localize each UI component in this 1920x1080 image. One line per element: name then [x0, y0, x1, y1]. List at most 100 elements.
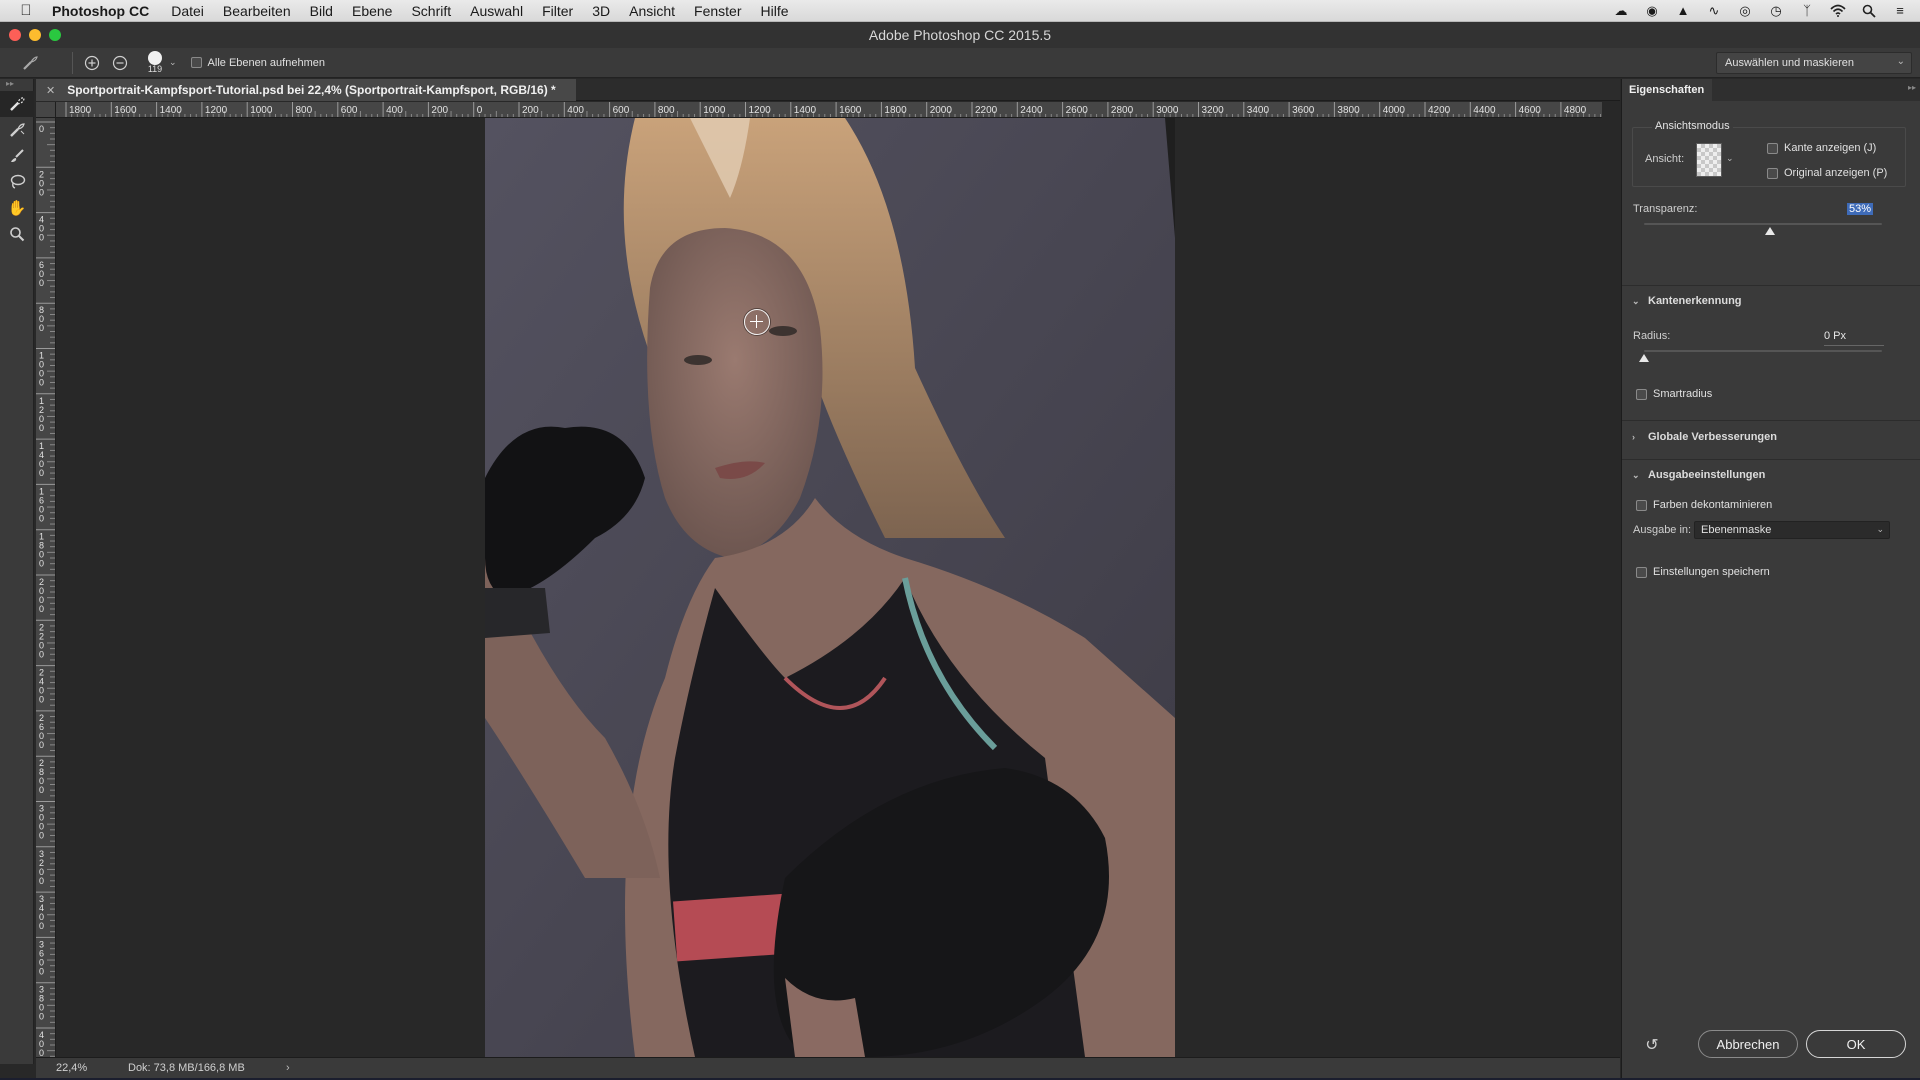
notification-list-icon[interactable]: ≡ [1892, 4, 1908, 18]
checkbox-box[interactable] [1636, 388, 1647, 400]
output-to-value: Ebenenmaske [1701, 524, 1772, 536]
checkbox-box[interactable] [1767, 167, 1778, 179]
horizontal-ruler[interactable]: 1800 1600 1400 1200 1000 800 600 400 200 0 200 400 6… [56, 102, 1602, 118]
wifi-icon[interactable] [1830, 4, 1846, 18]
view-mode-title: Ansichtsmodus [1652, 120, 1733, 132]
menu-3d[interactable]: 3D [592, 3, 610, 19]
view-mode-thumbnail[interactable] [1696, 143, 1722, 177]
toolbox-collapse-icon[interactable]: ▸▸ [0, 79, 33, 91]
document-tab[interactable]: ✕ Sportportrait-Kampfsport-Tutorial.psd … [36, 79, 576, 101]
creative-cloud-icon[interactable]: ☁ [1613, 4, 1629, 18]
show-original-checkbox[interactable]: Original anzeigen (P) [1767, 167, 1887, 179]
photo-preview[interactable] [485, 118, 1175, 1057]
document-size[interactable]: Dok: 73,8 MB/166,8 MB [128, 1062, 278, 1074]
panel-collapse-icon[interactable]: ▸▸ [1908, 83, 1916, 92]
menu-ebene[interactable]: Ebene [352, 3, 392, 19]
zoom-level[interactable]: 22,4% [56, 1062, 128, 1074]
close-document-icon[interactable]: ✕ [46, 84, 55, 97]
edge-detection-section[interactable]: ⌄ Kantenerkennung [1632, 295, 1742, 307]
menu-bild[interactable]: Bild [310, 3, 333, 19]
checkbox-box[interactable] [1636, 566, 1647, 578]
hand-tool-icon[interactable]: ✋ [0, 195, 34, 221]
chevron-right-icon: › [1632, 432, 1635, 442]
ruler-label: 1400 [794, 105, 817, 116]
brush-tool-icon[interactable] [0, 143, 34, 169]
ruler-label-digit: 0 [39, 233, 44, 243]
ruler-label-digit: 0 [39, 695, 44, 705]
ruler-origin[interactable] [36, 102, 56, 118]
transparency-value[interactable]: 53% [1847, 203, 1874, 215]
output-to-label: Ausgabe in: [1633, 524, 1692, 536]
subtract-from-selection-icon[interactable] [109, 52, 131, 74]
menu-hilfe[interactable]: Hilfe [761, 3, 789, 19]
ruler-label: 2000 [930, 105, 953, 116]
menu-auswahl[interactable]: Auswahl [470, 3, 523, 19]
refine-edge-brush-tool-icon[interactable] [0, 117, 34, 143]
ruler-label: 1800 [69, 105, 92, 116]
apple-menu-icon[interactable]:  [0, 2, 52, 19]
script-icon[interactable]: ∿ [1706, 4, 1722, 18]
ruler-label: 3600 [1292, 105, 1315, 116]
ruler-label-digit: 0 [39, 513, 44, 523]
chevron-down-icon[interactable]: ⌄ [169, 57, 177, 68]
menu-datei[interactable]: Datei [171, 3, 204, 19]
decontaminate-colors-checkbox[interactable]: Farben dekontaminieren [1636, 499, 1772, 511]
radius-slider-thumb[interactable] [1639, 354, 1649, 362]
sample-all-layers-label: Alle Ebenen aufnehmen [207, 56, 325, 69]
transparency-slider-thumb[interactable] [1765, 227, 1776, 235]
chevron-down-icon[interactable]: ⌄ [1726, 153, 1734, 164]
zoom-window-button[interactable] [49, 29, 61, 41]
checkbox-box[interactable] [1636, 499, 1647, 511]
radius-value[interactable]: 0 Px [1824, 330, 1846, 342]
window-titlebar: Adobe Photoshop CC 2015.5 [0, 22, 1920, 48]
smart-radius-checkbox[interactable]: Smartradius [1636, 388, 1712, 400]
menu-bearbeiten[interactable]: Bearbeiten [223, 3, 291, 19]
edge-detection-title: Kantenerkennung [1648, 295, 1742, 307]
quick-selection-tool-icon[interactable] [0, 91, 34, 117]
show-edge-checkbox[interactable]: Kante anzeigen (J) [1767, 142, 1876, 154]
ok-button[interactable]: OK [1806, 1030, 1906, 1058]
app-menu[interactable]: Photoshop CC [52, 3, 149, 19]
checkbox-box[interactable] [190, 57, 202, 68]
menu-ansicht[interactable]: Ansicht [629, 3, 675, 19]
output-to-dropdown[interactable]: Ebenenmaske ⌄ [1694, 521, 1890, 539]
sample-all-layers-checkbox[interactable]: Alle Ebenen aufnehmen [190, 56, 325, 69]
chevron-down-icon: ⌄ [1632, 295, 1640, 306]
ruler-label: 2400 [1020, 105, 1043, 116]
brush-size-picker[interactable]: 119 [143, 51, 167, 74]
brush-tip-icon [148, 51, 162, 65]
ruler-label-digit: 0 [39, 740, 44, 750]
select-and-mask-dropdown[interactable]: Auswählen und maskieren ⌄ [1716, 52, 1912, 74]
add-to-selection-icon[interactable] [81, 52, 103, 74]
menu-schrift[interactable]: Schrift [411, 3, 451, 19]
output-settings-section[interactable]: ⌄ Ausgabeeinstellungen [1632, 469, 1765, 481]
checkbox-box[interactable] [1767, 142, 1778, 154]
menu-fenster[interactable]: Fenster [694, 3, 741, 19]
lasso-tool-icon[interactable] [0, 169, 34, 195]
reset-icon[interactable]: ↺ [1642, 1035, 1662, 1055]
cancel-button[interactable]: Abbrechen [1698, 1030, 1798, 1058]
eye-icon[interactable]: ◉ [1644, 4, 1660, 18]
menu-filter[interactable]: Filter [542, 3, 573, 19]
record-icon[interactable]: ◎ [1737, 4, 1753, 18]
view-label: Ansicht: [1645, 153, 1685, 165]
remember-settings-checkbox[interactable]: Einstellungen speichern [1636, 566, 1770, 578]
minimize-window-button[interactable] [29, 29, 41, 41]
time-machine-icon[interactable]: ◷ [1768, 4, 1784, 18]
output-settings-title: Ausgabeeinstellungen [1648, 469, 1766, 481]
tool-preset-picker[interactable] [10, 51, 50, 75]
global-refinements-section[interactable]: › Globale Verbesserungen [1632, 431, 1777, 443]
zoom-tool-icon[interactable] [0, 221, 34, 247]
adobe-icon[interactable]: ▲ [1675, 4, 1691, 18]
ruler-label: 1000 [703, 105, 726, 116]
close-window-button[interactable] [9, 29, 21, 41]
tab-properties[interactable]: Eigenschaften [1622, 79, 1713, 101]
status-menu-arrow-icon[interactable]: › [286, 1062, 290, 1074]
transparency-slider[interactable] [1644, 223, 1882, 225]
bluetooth-icon[interactable]: ᛉ [1799, 4, 1815, 18]
radius-slider[interactable] [1644, 350, 1882, 352]
radius-value-underline [1824, 345, 1884, 346]
vertical-ruler[interactable]: 0200400600800100012001400160018002000220… [36, 118, 56, 1057]
document-canvas[interactable] [57, 118, 1602, 1057]
spotlight-icon[interactable] [1861, 4, 1877, 18]
